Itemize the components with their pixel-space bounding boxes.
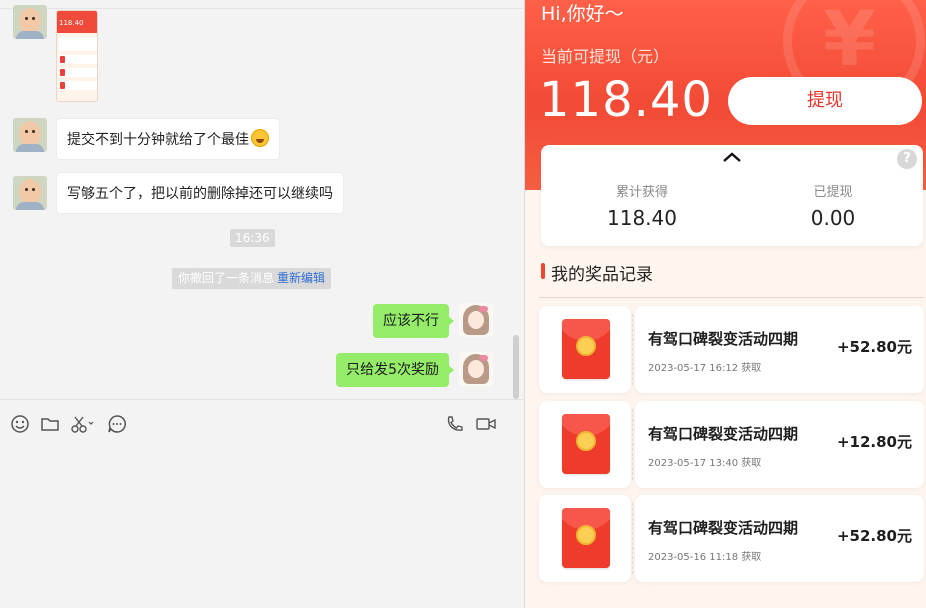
stat-withdrawn: 已提现 0.00 — [758, 181, 908, 230]
prize-record[interactable]: 有驾口碑裂变活动四期 2023-05-17 13:40 获取 +12.80元 — [539, 401, 924, 488]
wallet-pane: ¥ Hi,你好～ 当前可提现（元） 118.40 提现 ? 累计获得 118.4… — [525, 0, 926, 608]
laughing-emoji-icon — [251, 129, 269, 147]
stat-value: 118.40 — [607, 206, 677, 230]
message-timestamp: 16:36 — [230, 229, 275, 247]
stat-label: 累计获得 — [615, 185, 668, 200]
message-bubble-out[interactable]: 应该不行 — [373, 304, 454, 338]
message-text: 提交不到十分钟就给了个最佳 — [67, 132, 249, 148]
stat-label: 已提现 — [813, 185, 853, 200]
stat-value: 0.00 — [810, 206, 856, 230]
record-date: 2023-05-17 16:12 获取 — [648, 363, 762, 374]
emoji-icon[interactable] — [10, 414, 30, 434]
message-text: 写够五个了，把以前的删除掉还可以继续吗 — [67, 186, 333, 202]
phone-icon[interactable] — [445, 414, 465, 434]
video-icon[interactable] — [475, 414, 497, 434]
greeting: Hi,你好～ — [541, 3, 624, 25]
my-avatar[interactable] — [459, 352, 493, 386]
prize-record[interactable]: 有驾口碑裂变活动四期 2023-05-16 11:18 获取 +52.80元 — [539, 495, 924, 582]
record-amount: +12.80元 — [836, 433, 912, 451]
folder-icon[interactable] — [40, 414, 60, 434]
record-name: 有驾口碑裂变活动四期 — [648, 425, 799, 443]
toolbar-divider — [0, 399, 524, 400]
stat-total-earned: 累计获得 118.40 — [567, 181, 717, 230]
recall-notice: 你撤回了一条消息 重新编辑 — [172, 268, 332, 289]
prize-record[interactable]: 有驾口碑裂变活动四期 2023-05-17 16:12 获取 +52.80元 — [539, 306, 924, 393]
red-envelope-icon — [562, 319, 610, 379]
yen-glyph-icon: ¥ — [823, 0, 876, 83]
message-bubble[interactable]: 写够五个了，把以前的删除掉还可以继续吗 — [56, 172, 344, 214]
stats-card: ? 累计获得 118.40 已提现 0.00 — [541, 145, 923, 246]
balance-label: 当前可提现（元） — [541, 47, 670, 66]
chat-pane: 118.40 提交不到十分钟就给了个最佳 写够五个了，把以前的删除掉还可以继续吗… — [0, 0, 524, 608]
avatar[interactable] — [13, 176, 47, 210]
section-divider — [539, 297, 924, 298]
message-text: 应该不行 — [383, 313, 439, 329]
withdraw-button[interactable]: 提现 — [728, 77, 922, 125]
balance-amount: 118.40 — [539, 72, 713, 128]
my-avatar[interactable] — [459, 303, 493, 337]
record-name: 有驾口碑裂变活动四期 — [648, 330, 799, 348]
chevron-up-icon[interactable] — [721, 151, 743, 163]
record-amount: +52.80元 — [836, 338, 912, 356]
record-date: 2023-05-16 11:18 获取 — [648, 552, 762, 563]
chat-bubble-icon[interactable] — [107, 414, 127, 434]
chat-scrollbar[interactable] — [513, 335, 519, 399]
scissors-icon[interactable] — [70, 414, 96, 434]
red-envelope-icon — [562, 414, 610, 474]
record-date: 2023-05-17 13:40 获取 — [648, 458, 762, 469]
section-title: 我的奖品记录 — [541, 260, 653, 285]
thumb-amount: 118.40 — [59, 19, 84, 27]
message-bubble-out[interactable]: 只给发5次奖励 — [336, 353, 454, 387]
avatar[interactable] — [13, 118, 47, 152]
recall-text: 你撤回了一条消息 — [178, 271, 275, 285]
message-text: 只给发5次奖励 — [346, 362, 439, 378]
message-bubble[interactable]: 提交不到十分钟就给了个最佳 — [56, 118, 280, 160]
re-edit-link[interactable]: 重新编辑 — [277, 271, 325, 285]
avatar[interactable] — [13, 5, 47, 39]
record-name: 有驾口碑裂变活动四期 — [648, 519, 799, 537]
help-icon[interactable]: ? — [897, 149, 917, 169]
record-amount: +52.80元 — [836, 527, 912, 545]
red-envelope-icon — [562, 508, 610, 568]
image-message[interactable]: 118.40 — [56, 10, 98, 102]
top-divider — [0, 8, 524, 9]
